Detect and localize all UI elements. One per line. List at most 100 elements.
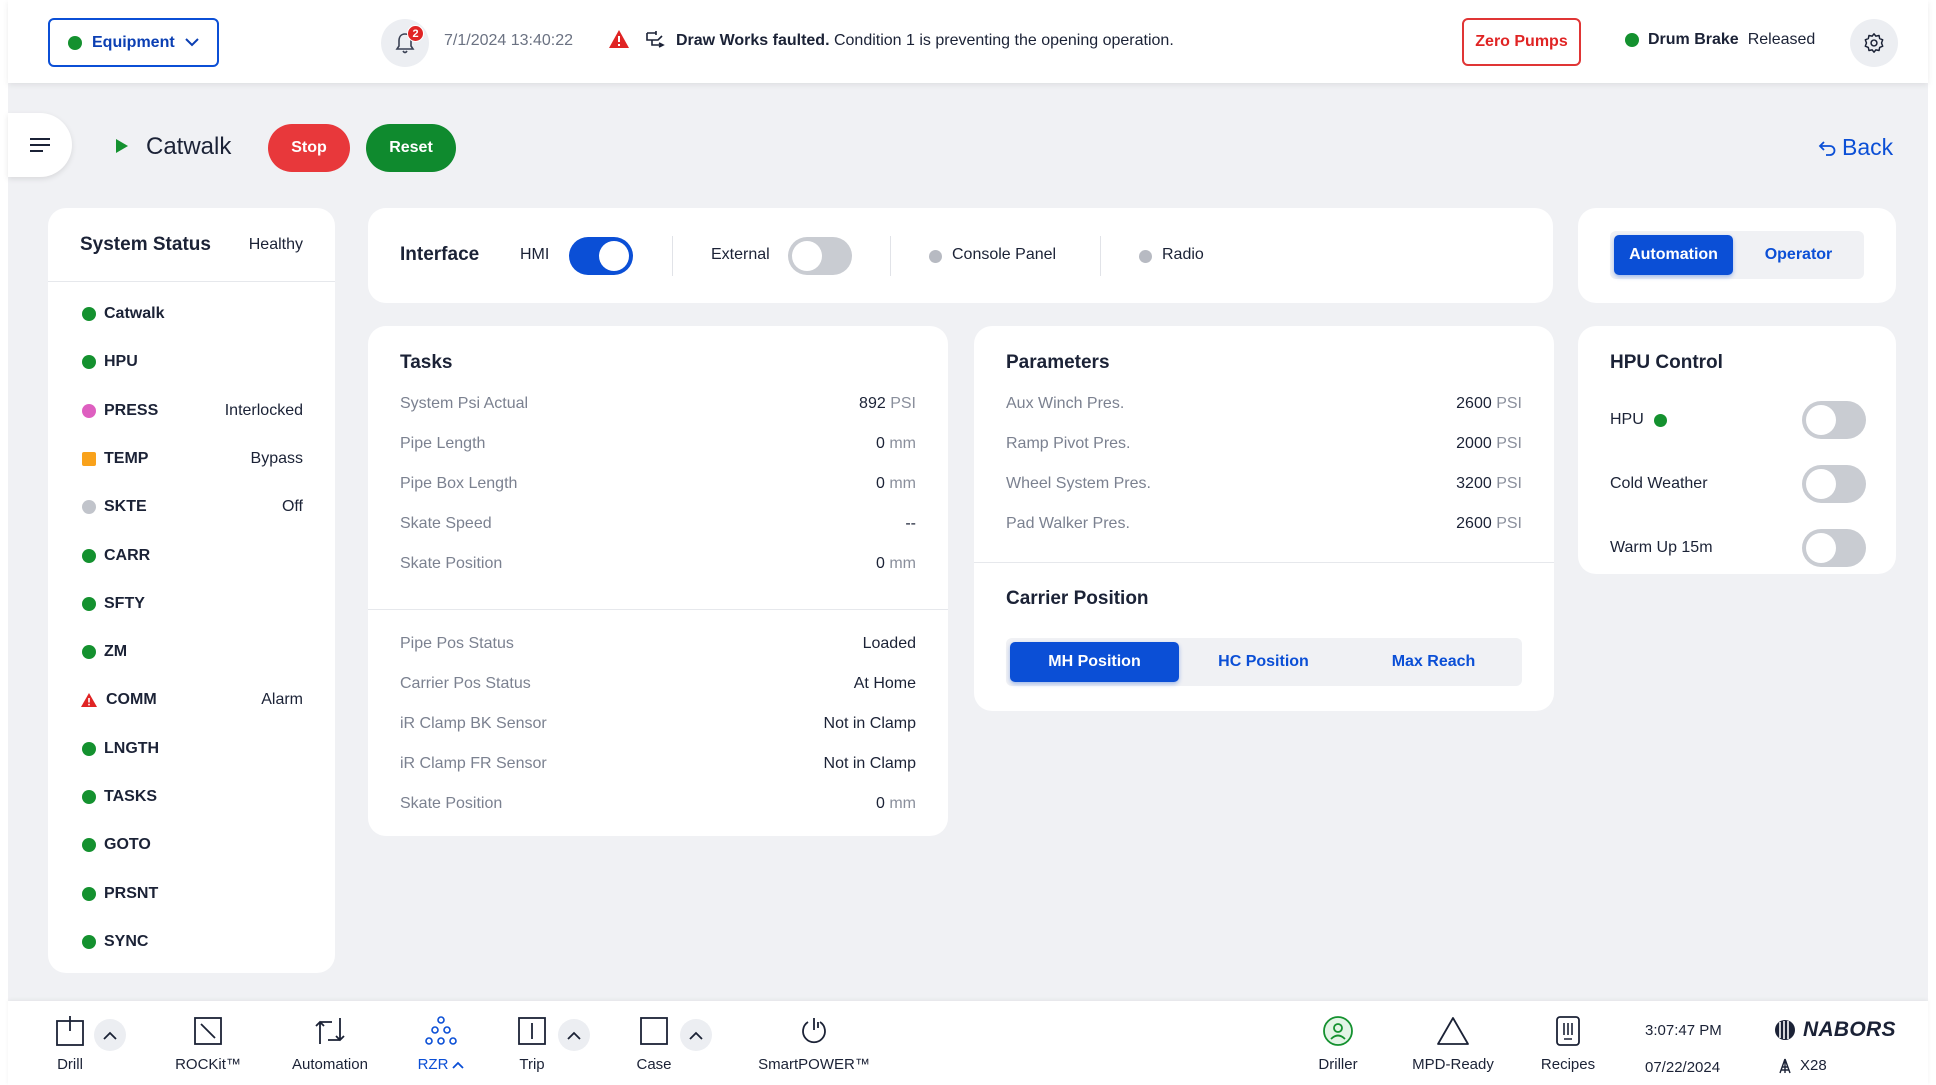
key-value-row: Wheel System Pres. 3200 PSI	[1006, 473, 1522, 495]
drum-brake-state: Released	[1747, 31, 1816, 48]
row-label: Pipe Pos Status	[400, 635, 514, 652]
nav-automation[interactable]: Automation	[280, 1001, 380, 1085]
row-unit: mm	[889, 555, 916, 572]
nav-recipes[interactable]: Recipes	[1533, 1001, 1603, 1085]
system-status-label: Catwalk	[104, 305, 165, 322]
reset-button[interactable]: Reset	[366, 124, 456, 172]
menu-button[interactable]	[8, 113, 72, 177]
status-indicator-green	[82, 741, 96, 756]
mh-position-button[interactable]: MH Position	[1010, 642, 1179, 682]
zero-pumps-button[interactable]: Zero Pumps	[1462, 18, 1581, 66]
drawworks-icon	[646, 31, 665, 48]
hpu-toggle[interactable]	[1802, 401, 1866, 439]
row-value: Not in Clamp	[823, 715, 916, 732]
nav-case[interactable]: Case	[630, 1001, 678, 1085]
row-value-wrap: Not in Clamp	[824, 755, 916, 773]
nav-trip[interactable]: Trip	[508, 1001, 556, 1085]
nav-smartpower[interactable]: SmartPOWER™	[754, 1001, 874, 1085]
trip-icon	[518, 1017, 546, 1045]
hc-position-button[interactable]: HC Position	[1179, 642, 1348, 682]
row-value: 2600	[1456, 515, 1492, 532]
row-unit: PSI	[1496, 515, 1522, 532]
operator-mode-button[interactable]: Operator	[1737, 235, 1860, 275]
notifications-button[interactable]: 2	[381, 19, 429, 67]
toggle-knob	[599, 241, 629, 271]
divider	[672, 236, 673, 276]
divider	[890, 236, 891, 276]
hpu-control-title: HPU Control	[1610, 352, 1723, 373]
nav-mpd-ready[interactable]: MPD-Ready	[1403, 1001, 1503, 1085]
system-status-item: SFTY	[82, 592, 303, 616]
nav-mpd-ready-label: MPD-Ready	[1412, 1056, 1494, 1073]
key-value-row: Carrier Pos Status At Home	[400, 673, 916, 695]
nav-automation-label: Automation	[292, 1056, 368, 1073]
system-status-item: GOTO	[82, 833, 303, 857]
external-toggle[interactable]	[788, 237, 852, 275]
nav-smartpower-label: SmartPOWER™	[758, 1056, 870, 1073]
clock-time: 3:07:47 PM	[1645, 1022, 1722, 1039]
key-value-row: iR Clamp FR Sensor Not in Clamp	[400, 753, 916, 775]
key-value-row: Aux Winch Pres. 2600 PSI	[1006, 393, 1522, 415]
nav-rzr-label: RZR	[418, 1056, 465, 1073]
row-unit: PSI	[1496, 395, 1522, 412]
fault-title: Draw Works faulted.	[676, 32, 830, 49]
max-reach-button[interactable]: Max Reach	[1349, 642, 1518, 682]
status-indicator-green	[82, 838, 96, 853]
cold-weather-toggle[interactable]	[1802, 465, 1866, 503]
row-label: Pad Walker Pres.	[1006, 515, 1130, 532]
interface-card: Interface HMI External Console Panel Rad…	[368, 208, 1553, 303]
row-label: Skate Speed	[400, 515, 492, 532]
status-indicator-green	[82, 886, 96, 901]
row-label: Skate Position	[400, 555, 503, 572]
nav-trip-label: Trip	[519, 1056, 545, 1073]
divider	[1100, 236, 1101, 276]
hmi-toggle[interactable]	[569, 237, 633, 275]
hamburger-icon	[30, 138, 50, 152]
nav-drill-label: Drill	[57, 1056, 83, 1073]
row-value-wrap: 3200 PSI	[1456, 475, 1522, 493]
system-status-item: HPU	[82, 350, 303, 374]
alarm-icon	[81, 693, 97, 708]
nav-drill[interactable]: Drill	[38, 1001, 102, 1085]
stop-button[interactable]: Stop	[268, 124, 350, 172]
row-value-wrap: 2000 PSI	[1456, 435, 1522, 453]
row-unit: PSI	[1496, 475, 1522, 492]
row-unit: mm	[889, 795, 916, 812]
equipment-dropdown[interactable]: Equipment	[48, 18, 219, 67]
cold-weather-row-label: Cold Weather	[1610, 475, 1802, 493]
row-value: 0	[875, 435, 885, 452]
play-icon	[116, 139, 128, 153]
row-value: 0	[875, 555, 885, 572]
case-expand-button[interactable]	[680, 1019, 712, 1051]
settings-button[interactable]	[1850, 19, 1898, 67]
key-value-row: Pad Walker Pres. 2600 PSI	[1006, 513, 1522, 535]
fault-detail: Condition 1 is preventing the opening op…	[829, 32, 1174, 49]
automation-mode-button[interactable]: Automation	[1614, 235, 1733, 275]
system-status-value: Alarm	[261, 691, 303, 709]
system-status-value: Off	[281, 498, 303, 516]
status-indicator-green	[82, 596, 96, 611]
row-label: Ramp Pivot Pres.	[1006, 435, 1131, 452]
row-unit: PSI	[1496, 435, 1522, 452]
nav-driller[interactable]: Driller	[1308, 1001, 1368, 1085]
trip-expand-button[interactable]	[558, 1019, 590, 1051]
nav-rockit[interactable]: ROCKit™	[166, 1001, 250, 1085]
toggle-knob	[1806, 405, 1836, 435]
row-value-wrap: 2600 PSI	[1456, 395, 1522, 413]
warm-up-toggle[interactable]	[1802, 529, 1866, 567]
back-label: Back	[1842, 134, 1894, 160]
drill-icon	[56, 1016, 84, 1046]
key-value-row: Pipe Pos Status Loaded	[400, 633, 916, 655]
key-value-row: iR Clamp BK Sensor Not in Clamp	[400, 713, 916, 735]
nav-rzr[interactable]: RZR	[406, 1001, 476, 1085]
tasks-title: Tasks	[400, 352, 453, 373]
system-health: Healthy	[248, 236, 303, 253]
system-status-card: System Status Healthy Catwalk HPU PRESS Int…	[48, 208, 335, 973]
row-value-wrap: 2600 PSI	[1456, 515, 1522, 533]
drill-expand-button[interactable]	[94, 1019, 126, 1051]
back-button[interactable]: Back	[1818, 134, 1893, 161]
hpu-row: HPU	[1610, 400, 1866, 440]
console-panel-status-dot	[929, 250, 942, 263]
equipment-status-dot	[68, 35, 82, 50]
carrier-position-title: Carrier Position	[1006, 588, 1149, 609]
